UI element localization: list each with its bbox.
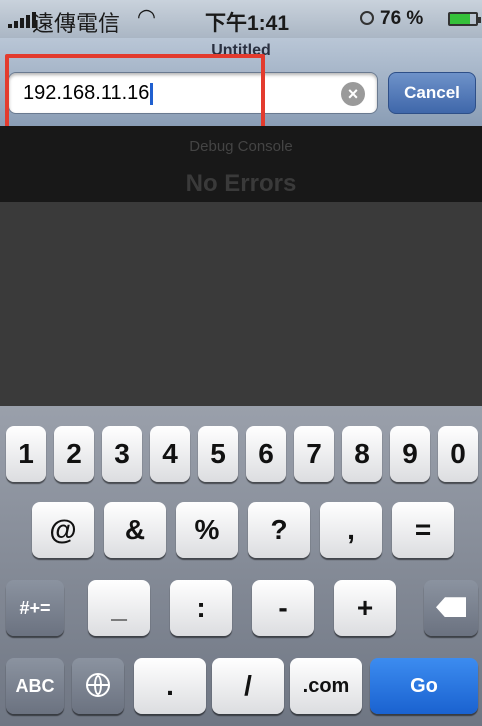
- key-1[interactable]: 1: [6, 426, 46, 482]
- go-key[interactable]: Go: [370, 658, 478, 714]
- carrier-name: 遠傳電信: [32, 11, 121, 36]
- key-at[interactable]: @: [32, 502, 94, 558]
- cancel-button[interactable]: Cancel: [388, 72, 476, 114]
- key-0[interactable]: 0: [438, 426, 478, 482]
- key-colon[interactable]: :: [170, 580, 232, 636]
- symbols-toggle-key[interactable]: #+=: [6, 580, 64, 636]
- key-dot[interactable]: .: [134, 658, 206, 714]
- page-content-area: [0, 202, 482, 406]
- key-dotcom[interactable]: .com: [290, 658, 362, 714]
- key-percent[interactable]: %: [176, 502, 238, 558]
- backspace-icon: [436, 597, 466, 618]
- key-question[interactable]: ?: [248, 502, 310, 558]
- wifi-icon: ◠: [138, 4, 155, 29]
- key-slash[interactable]: /: [212, 658, 284, 714]
- debug-console: Debug Console No Errors: [0, 126, 482, 202]
- key-minus[interactable]: -: [252, 580, 314, 636]
- key-equals[interactable]: =: [392, 502, 454, 558]
- globe-icon: [86, 673, 110, 698]
- key-8[interactable]: 8: [342, 426, 382, 482]
- highlight-annotation: [5, 54, 265, 132]
- key-ampersand[interactable]: &: [104, 502, 166, 558]
- key-9[interactable]: 9: [390, 426, 430, 482]
- battery-percent: 76 %: [380, 8, 424, 29]
- key-5[interactable]: 5: [198, 426, 238, 482]
- clear-text-button[interactable]: ×: [341, 82, 365, 106]
- console-title: Debug Console: [189, 138, 293, 155]
- key-plus[interactable]: +: [334, 580, 396, 636]
- keyboard: 1 2 3 4 5 6 7 8 9 0 @ & % ? , = #+= _ : …: [0, 406, 482, 726]
- alarm-clock-icon: [360, 11, 374, 25]
- key-4[interactable]: 4: [150, 426, 190, 482]
- status-bar: 遠傳電信 ◠ 下午1:41 76 %: [0, 0, 482, 38]
- console-status: No Errors: [185, 170, 297, 197]
- abc-toggle-key[interactable]: ABC: [6, 658, 64, 714]
- key-6[interactable]: 6: [246, 426, 286, 482]
- key-3[interactable]: 3: [102, 426, 142, 482]
- status-time: 下午1:41: [205, 12, 290, 35]
- key-2[interactable]: 2: [54, 426, 94, 482]
- battery-icon: [448, 12, 481, 26]
- key-7[interactable]: 7: [294, 426, 334, 482]
- globe-key[interactable]: [72, 658, 124, 714]
- key-comma[interactable]: ,: [320, 502, 382, 558]
- backspace-key[interactable]: [424, 580, 478, 636]
- key-underscore[interactable]: _: [88, 580, 150, 636]
